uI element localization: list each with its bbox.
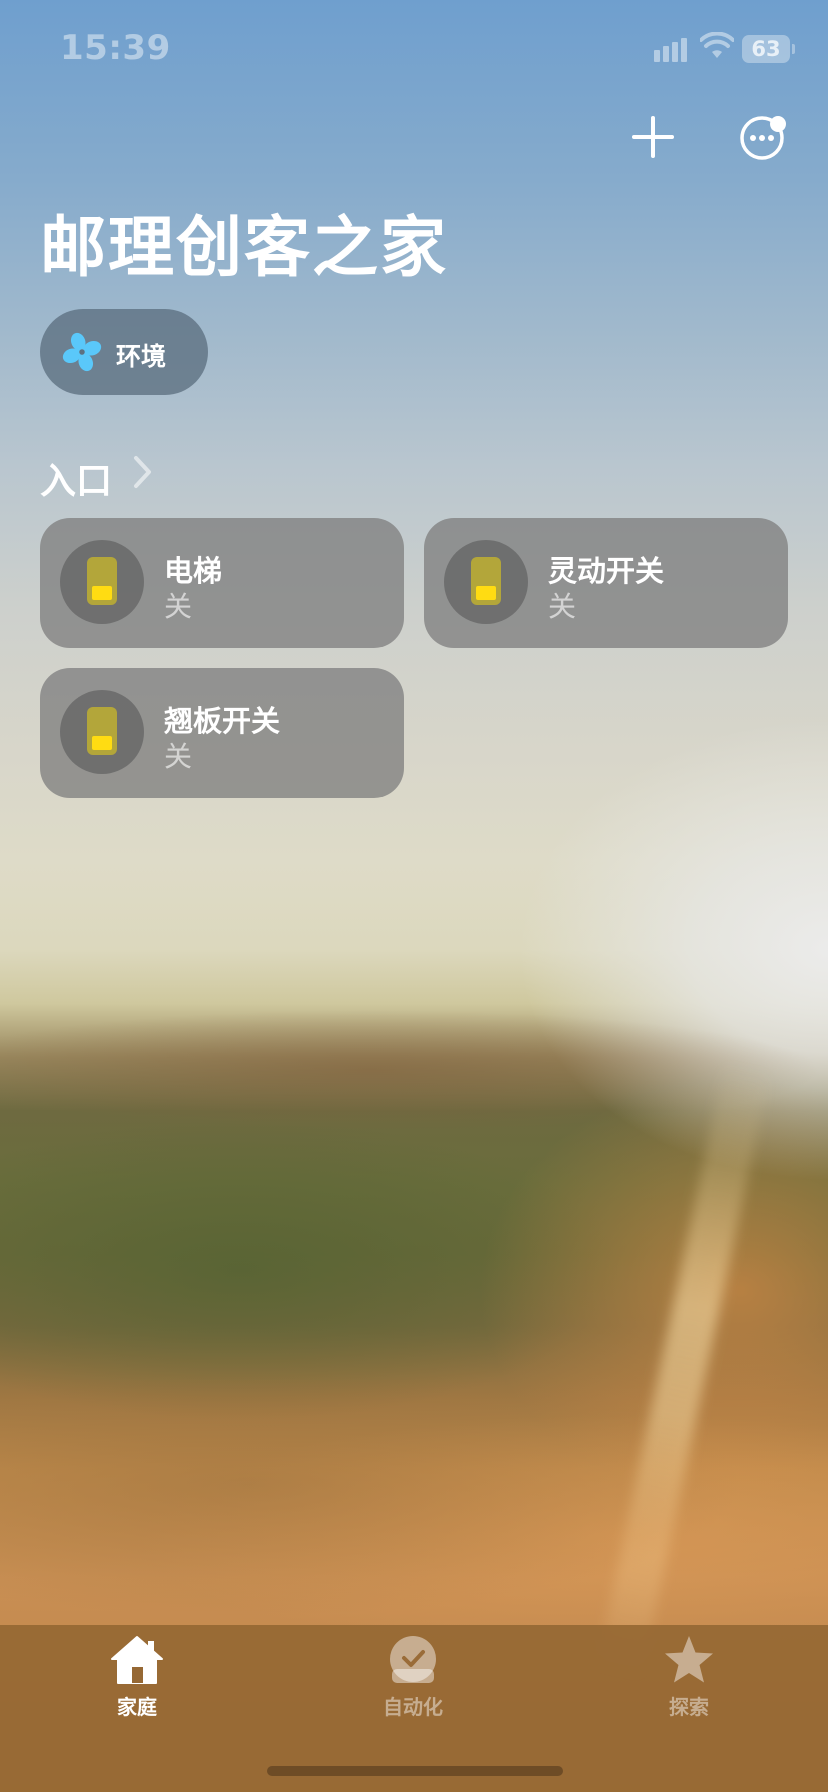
accessory-tile-smart-switch[interactable]: 灵动开关 关	[424, 518, 788, 648]
tab-label: 家庭	[117, 1695, 157, 1719]
light-switch-icon	[471, 557, 501, 605]
tab-home[interactable]: 家庭	[57, 1633, 217, 1743]
clock-check-icon	[390, 1636, 436, 1683]
accessory-tile-elevator[interactable]: 电梯 关	[40, 518, 404, 648]
category-label: 环境	[116, 342, 167, 371]
light-switch-icon	[87, 707, 117, 755]
chevron-right-icon	[134, 456, 151, 488]
tab-automation[interactable]: 自动化	[333, 1633, 493, 1743]
cellular-signal-icon	[654, 36, 688, 62]
room-section-header[interactable]: 入口	[40, 452, 151, 502]
fan-icon	[62, 332, 102, 372]
accessory-icon-bg	[444, 540, 528, 624]
tab-discover[interactable]: 探索	[609, 1633, 769, 1743]
notification-dot	[770, 116, 786, 132]
tab-label: 自动化	[383, 1695, 443, 1719]
room-title: 入口	[40, 461, 113, 502]
plus-icon	[632, 116, 674, 158]
category-environment-button[interactable]: 环境	[40, 309, 208, 395]
battery-level: 63	[742, 35, 790, 63]
wifi-icon	[700, 32, 734, 58]
accessory-name: 灵动开关	[548, 554, 665, 588]
house-icon	[111, 1636, 163, 1684]
light-switch-icon	[87, 557, 117, 605]
accessory-icon-bg	[60, 540, 144, 624]
accessory-icon-bg	[60, 690, 144, 774]
status-time: 15:39	[60, 28, 171, 68]
accessory-state: 关	[548, 590, 577, 623]
accessory-state: 关	[164, 740, 193, 773]
star-icon	[665, 1636, 713, 1683]
accessory-name: 电梯	[164, 554, 223, 588]
accessory-name: 翘板开关	[164, 704, 281, 738]
tab-label: 探索	[669, 1695, 709, 1719]
home-title: 邮理创客之家	[40, 209, 448, 286]
home-indicator[interactable]	[267, 1766, 563, 1776]
accessory-tile-rocker-switch[interactable]: 翘板开关 关	[40, 668, 404, 798]
accessory-state: 关	[164, 590, 193, 623]
battery-tip	[792, 44, 795, 54]
add-button[interactable]	[630, 114, 676, 160]
